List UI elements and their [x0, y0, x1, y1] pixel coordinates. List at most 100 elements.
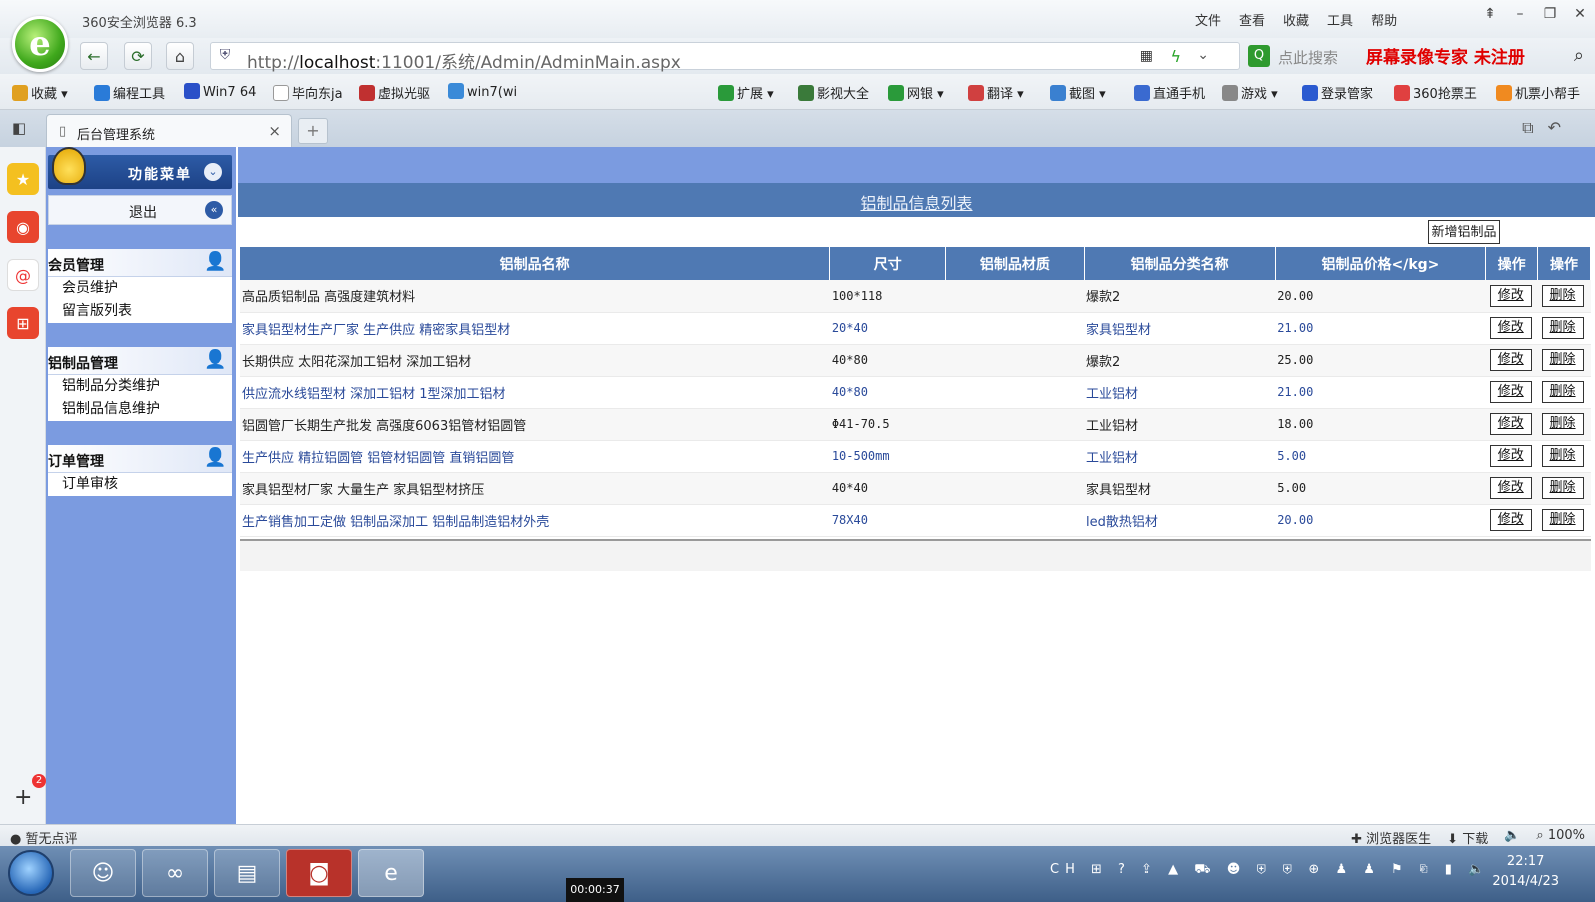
taskbar-app-qq-icon[interactable]: ☺	[70, 849, 136, 897]
bookmark-item[interactable]: Win7 64	[184, 83, 256, 100]
col-header-edit: 操作	[1485, 247, 1539, 280]
bookmark-item[interactable]: 虚拟光驱	[359, 83, 430, 102]
edit-button[interactable]: 修改	[1489, 381, 1532, 403]
group-header[interactable]: 铝制品管理 👤	[48, 347, 232, 375]
delete-button[interactable]: 删除	[1541, 445, 1584, 467]
edit-button[interactable]: 修改	[1489, 509, 1532, 531]
search-box[interactable]: Q 点此搜索 屏幕录像专家 未注册 ⌕	[1248, 42, 1588, 70]
rating-status[interactable]: ● 暂无点评	[10, 828, 78, 847]
delete-button[interactable]: 删除	[1541, 349, 1584, 371]
menu-item-member-maintain[interactable]: 会员维护	[48, 277, 232, 300]
bookmark-item[interactable]: 机票小帮手	[1496, 83, 1580, 102]
double-chevron-left-icon[interactable]: «	[205, 201, 223, 219]
delete-button[interactable]: 删除	[1541, 477, 1584, 499]
group-title: 铝制品管理	[48, 356, 118, 372]
edit-button[interactable]: 修改	[1489, 349, 1532, 371]
add-product-button[interactable]: 新增铝制品	[1428, 220, 1500, 244]
bookmark-item[interactable]: 收藏 ▾	[12, 83, 68, 102]
browser-doctor[interactable]: ✚ 浏览器医生	[1351, 828, 1431, 847]
grid-icon	[718, 85, 734, 101]
skin-icon[interactable]: ⇞	[1475, 6, 1505, 22]
menu-favorites[interactable]: 收藏	[1283, 10, 1309, 29]
bookmark-item[interactable]: 360抢票王	[1394, 83, 1477, 102]
minimize-button[interactable]: –	[1505, 6, 1535, 22]
speaker-icon[interactable]: 🔈	[1504, 828, 1520, 847]
bookmark-item[interactable]: 游戏 ▾	[1222, 83, 1278, 102]
weibo-icon[interactable]: ◉	[7, 211, 39, 243]
search-placeholder[interactable]: 点此搜索	[1278, 47, 1338, 68]
taskbar-app-recorder-icon[interactable]: ◙	[286, 849, 352, 897]
lightning-icon[interactable]: ϟ	[1170, 47, 1181, 66]
bookmark-item[interactable]: 登录管家	[1302, 83, 1373, 102]
bookmark-item[interactable]: 编程工具	[94, 83, 165, 102]
qr-code-icon[interactable]: ▦	[1140, 48, 1153, 64]
address-bar[interactable]: ⛨ http://localhost:11001/系统/Admin/AdminM…	[210, 42, 1240, 73]
folder-icon	[94, 85, 110, 101]
group-header[interactable]: 订单管理 👤	[48, 445, 232, 473]
taskbar-app-browser-icon[interactable]: e	[358, 849, 424, 897]
edit-button[interactable]: 修改	[1489, 477, 1532, 499]
menu-item-order-review[interactable]: 订单审核	[48, 473, 232, 496]
url-text[interactable]: http://localhost:11001/系统/Admin/AdminMai…	[247, 48, 681, 73]
menu-tools[interactable]: 工具	[1327, 10, 1353, 29]
start-button[interactable]	[8, 850, 54, 896]
new-tab-button[interactable]: +	[298, 118, 328, 144]
back-button[interactable]: ←	[80, 42, 108, 70]
delete-button[interactable]: 删除	[1541, 317, 1584, 339]
shopping-icon[interactable]: ⊞	[7, 307, 39, 339]
table-row: 家具铝型材生产厂家 生产供应 精密家具铝型材 20*40 家具铝型材 21.00 修改删…	[240, 312, 1591, 345]
taskbar-app-explorer-icon[interactable]: ▤	[214, 849, 280, 897]
menu-item-product-info[interactable]: 铝制品信息维护	[48, 398, 232, 421]
plane-icon	[1496, 85, 1512, 101]
bookmark-item[interactable]: 扩展 ▾	[718, 83, 774, 102]
delete-button[interactable]: 删除	[1541, 413, 1584, 435]
menu-view[interactable]: 查看	[1239, 10, 1265, 29]
cell-delete: 删除	[1537, 376, 1591, 409]
sidebar-toggle-icon[interactable]: ◧	[12, 119, 26, 137]
tab-admin[interactable]: ▯ 后台管理系统 ×	[46, 114, 292, 147]
bookmark-item[interactable]: 影视大全	[798, 83, 869, 102]
bookmark-item[interactable]: win7(wi	[448, 83, 517, 100]
edit-button[interactable]: 修改	[1489, 413, 1532, 435]
clock[interactable]: 22:17 2014/4/23	[1492, 852, 1559, 892]
logout-link[interactable]: 退出	[129, 202, 157, 222]
chevron-down-icon[interactable]: ⌄	[1197, 47, 1209, 63]
home-button[interactable]: ⌂	[166, 42, 194, 70]
menu-file[interactable]: 文件	[1195, 10, 1221, 29]
taskbar-app-vs-icon[interactable]: ∞	[142, 849, 208, 897]
edit-button[interactable]: 修改	[1489, 284, 1532, 307]
notification-badge: 2	[32, 774, 46, 788]
ime-indicator[interactable]: CH	[1050, 862, 1081, 877]
delete-button[interactable]: 删除	[1541, 284, 1584, 307]
search-engine-icon[interactable]: Q	[1248, 45, 1270, 67]
menu-item-guestbook[interactable]: 留言版列表	[48, 300, 232, 323]
edit-button[interactable]: 修改	[1489, 445, 1532, 467]
logout-row[interactable]: 退出 «	[48, 195, 232, 225]
search-icon[interactable]: ⌕	[1574, 45, 1584, 66]
favorites-star-icon[interactable]: ★	[7, 163, 39, 195]
menu-help[interactable]: 帮助	[1371, 10, 1397, 29]
group-header[interactable]: 会员管理 👤	[48, 249, 232, 277]
zoom-level[interactable]: ⌕ 100%	[1536, 828, 1585, 847]
bookmark-item[interactable]: 截图 ▾	[1050, 83, 1106, 102]
bookmark-item[interactable]: 网银 ▾	[888, 83, 944, 102]
mail-icon[interactable]: @	[7, 259, 39, 291]
menu-item-category[interactable]: 铝制品分类维护	[48, 375, 232, 398]
bookmark-item[interactable]: 直通手机	[1134, 83, 1205, 102]
tab-tools[interactable]: ⧉↶	[1522, 118, 1575, 138]
add-icon[interactable]: +	[14, 785, 32, 810]
refresh-button[interactable]: ⟳	[124, 42, 152, 70]
download-button[interactable]: ⬇ 下载	[1447, 828, 1488, 847]
list-caption[interactable]: 铝制品信息列表	[860, 190, 972, 214]
cell-edit: 修改	[1485, 408, 1538, 441]
delete-button[interactable]: 删除	[1541, 381, 1584, 403]
chevron-down-icon[interactable]: ⌄	[204, 163, 222, 181]
delete-button[interactable]: 删除	[1541, 509, 1584, 531]
bookmark-item[interactable]: 毕向东ja	[273, 83, 343, 102]
close-window-button[interactable]: ✕	[1565, 6, 1595, 22]
bookmark-item[interactable]: 翻译 ▾	[968, 83, 1024, 102]
edit-button[interactable]: 修改	[1489, 317, 1532, 339]
restore-button[interactable]: ❐	[1535, 6, 1565, 22]
browser-logo-icon[interactable]: e	[12, 16, 68, 72]
close-tab-icon[interactable]: ×	[268, 122, 281, 140]
